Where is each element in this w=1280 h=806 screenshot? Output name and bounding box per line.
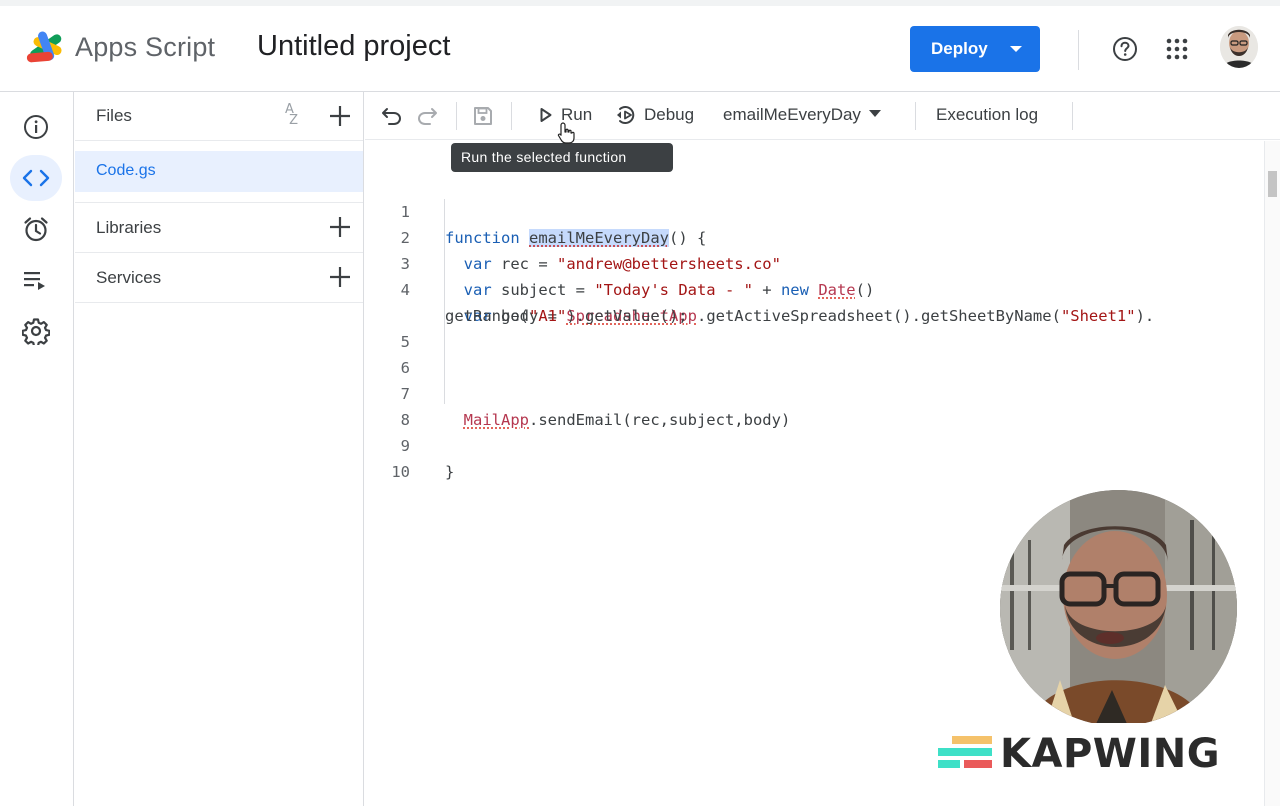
sort-az-icon[interactable]: A Z: [285, 103, 298, 127]
presenter-video-icon: [1000, 490, 1237, 726]
function-select-value: emailMeEveryDay: [723, 105, 861, 124]
chevron-down-icon: [1010, 46, 1022, 52]
files-title: Files: [96, 106, 132, 125]
run-tooltip: Run the selected function: [451, 143, 673, 172]
scrollbar-thumb[interactable]: [1268, 171, 1277, 197]
function-select[interactable]: emailMeEveryDay: [723, 105, 881, 125]
debug-icon: [617, 106, 635, 124]
code-line: 9 }: [365, 407, 1265, 481]
code-line: 8: [365, 381, 1265, 429]
divider: [75, 302, 363, 303]
dropdown-arrow-icon: [868, 110, 881, 117]
divider: [456, 102, 457, 130]
divider: [915, 102, 916, 130]
editor-toolbar: Run Debug emailMeEveryDay Execution log: [365, 92, 1280, 140]
divider: [1078, 30, 1079, 70]
code-line: 2 var rec = "andrew@bettersheets.co": [365, 199, 1265, 273]
redo-icon[interactable]: [416, 105, 438, 127]
code-icon: [22, 169, 50, 187]
webcam-overlay: [1000, 490, 1237, 726]
hand-pointer-cursor-icon: [557, 122, 575, 144]
save-icon[interactable]: [472, 105, 494, 127]
project-title[interactable]: Untitled project: [257, 30, 450, 63]
info-icon: [24, 115, 48, 139]
deploy-label: Deploy: [931, 39, 988, 58]
add-library-plus-icon[interactable]: [328, 215, 352, 239]
execution-log-label: Execution log: [936, 105, 1039, 124]
files-panel: Files A Z Code.gs Libraries Services: [75, 92, 364, 806]
code-line: 5: [365, 303, 1265, 351]
code-line: getRange("A1").getValue();: [365, 277, 1265, 325]
code-line: 7 MailApp.sendEmail(rec,subject,body): [365, 355, 1265, 429]
debug-label: Debug: [644, 105, 695, 124]
services-label: Services: [96, 268, 162, 287]
code-line: 10: [365, 433, 1265, 481]
top-app-bar: Apps Script Untitled project Deploy: [0, 0, 1280, 92]
play-icon: [540, 108, 552, 122]
divider: [511, 102, 512, 130]
add-service-plus-icon[interactable]: [328, 265, 352, 289]
code-line: 6: [365, 329, 1265, 377]
code-line: 4 var body = SpreadsheetApp.getActiveSpr…: [365, 251, 1265, 325]
file-item-code-gs[interactable]: Code.gs: [75, 151, 363, 192]
debug-button[interactable]: Debug: [616, 105, 694, 125]
gear-icon: [22, 318, 50, 345]
rail-item-executions[interactable]: [10, 257, 62, 303]
browser-edge: [0, 0, 1280, 6]
app-name: Apps Script: [75, 32, 216, 62]
account-avatar[interactable]: [1220, 26, 1258, 68]
google-apps-icon[interactable]: [1166, 38, 1188, 60]
alarm-clock-icon: [24, 217, 48, 242]
rail-item-overview[interactable]: [10, 104, 62, 150]
code-text: }: [445, 463, 455, 481]
file-name: Code.gs: [96, 162, 156, 179]
kapwing-logo-icon: [938, 736, 992, 768]
executions-list-icon: [24, 272, 45, 290]
rail-item-settings[interactable]: [10, 308, 62, 354]
add-file-plus-icon[interactable]: [328, 104, 352, 128]
line-number: 10: [391, 463, 410, 481]
undo-icon[interactable]: [381, 105, 403, 127]
libraries-label: Libraries: [96, 218, 162, 237]
divider: [1072, 102, 1073, 130]
avatar-photo-icon: [1220, 26, 1258, 68]
left-navigation-rail: [0, 92, 74, 806]
execution-log-button[interactable]: Execution log: [936, 105, 1038, 125]
code-line: 1 function emailMeEveryDay() {: [365, 173, 1265, 247]
code-line: 3 var subject = "Today's Data - " + new …: [365, 225, 1265, 299]
apps-script-logo-icon[interactable]: [24, 28, 68, 66]
rail-item-triggers[interactable]: [10, 206, 62, 252]
divider: [75, 202, 363, 203]
kapwing-brand-text: KAPWING: [1000, 731, 1221, 777]
deploy-button[interactable]: Deploy: [910, 26, 1040, 72]
kapwing-watermark: KAPWING: [924, 723, 1260, 789]
editor-scrollbar[interactable]: [1264, 141, 1280, 806]
indent-guide: [444, 199, 445, 404]
files-header: Files A Z: [75, 92, 363, 141]
rail-item-editor[interactable]: [10, 155, 62, 201]
divider: [75, 252, 363, 253]
help-icon[interactable]: [1112, 36, 1138, 62]
